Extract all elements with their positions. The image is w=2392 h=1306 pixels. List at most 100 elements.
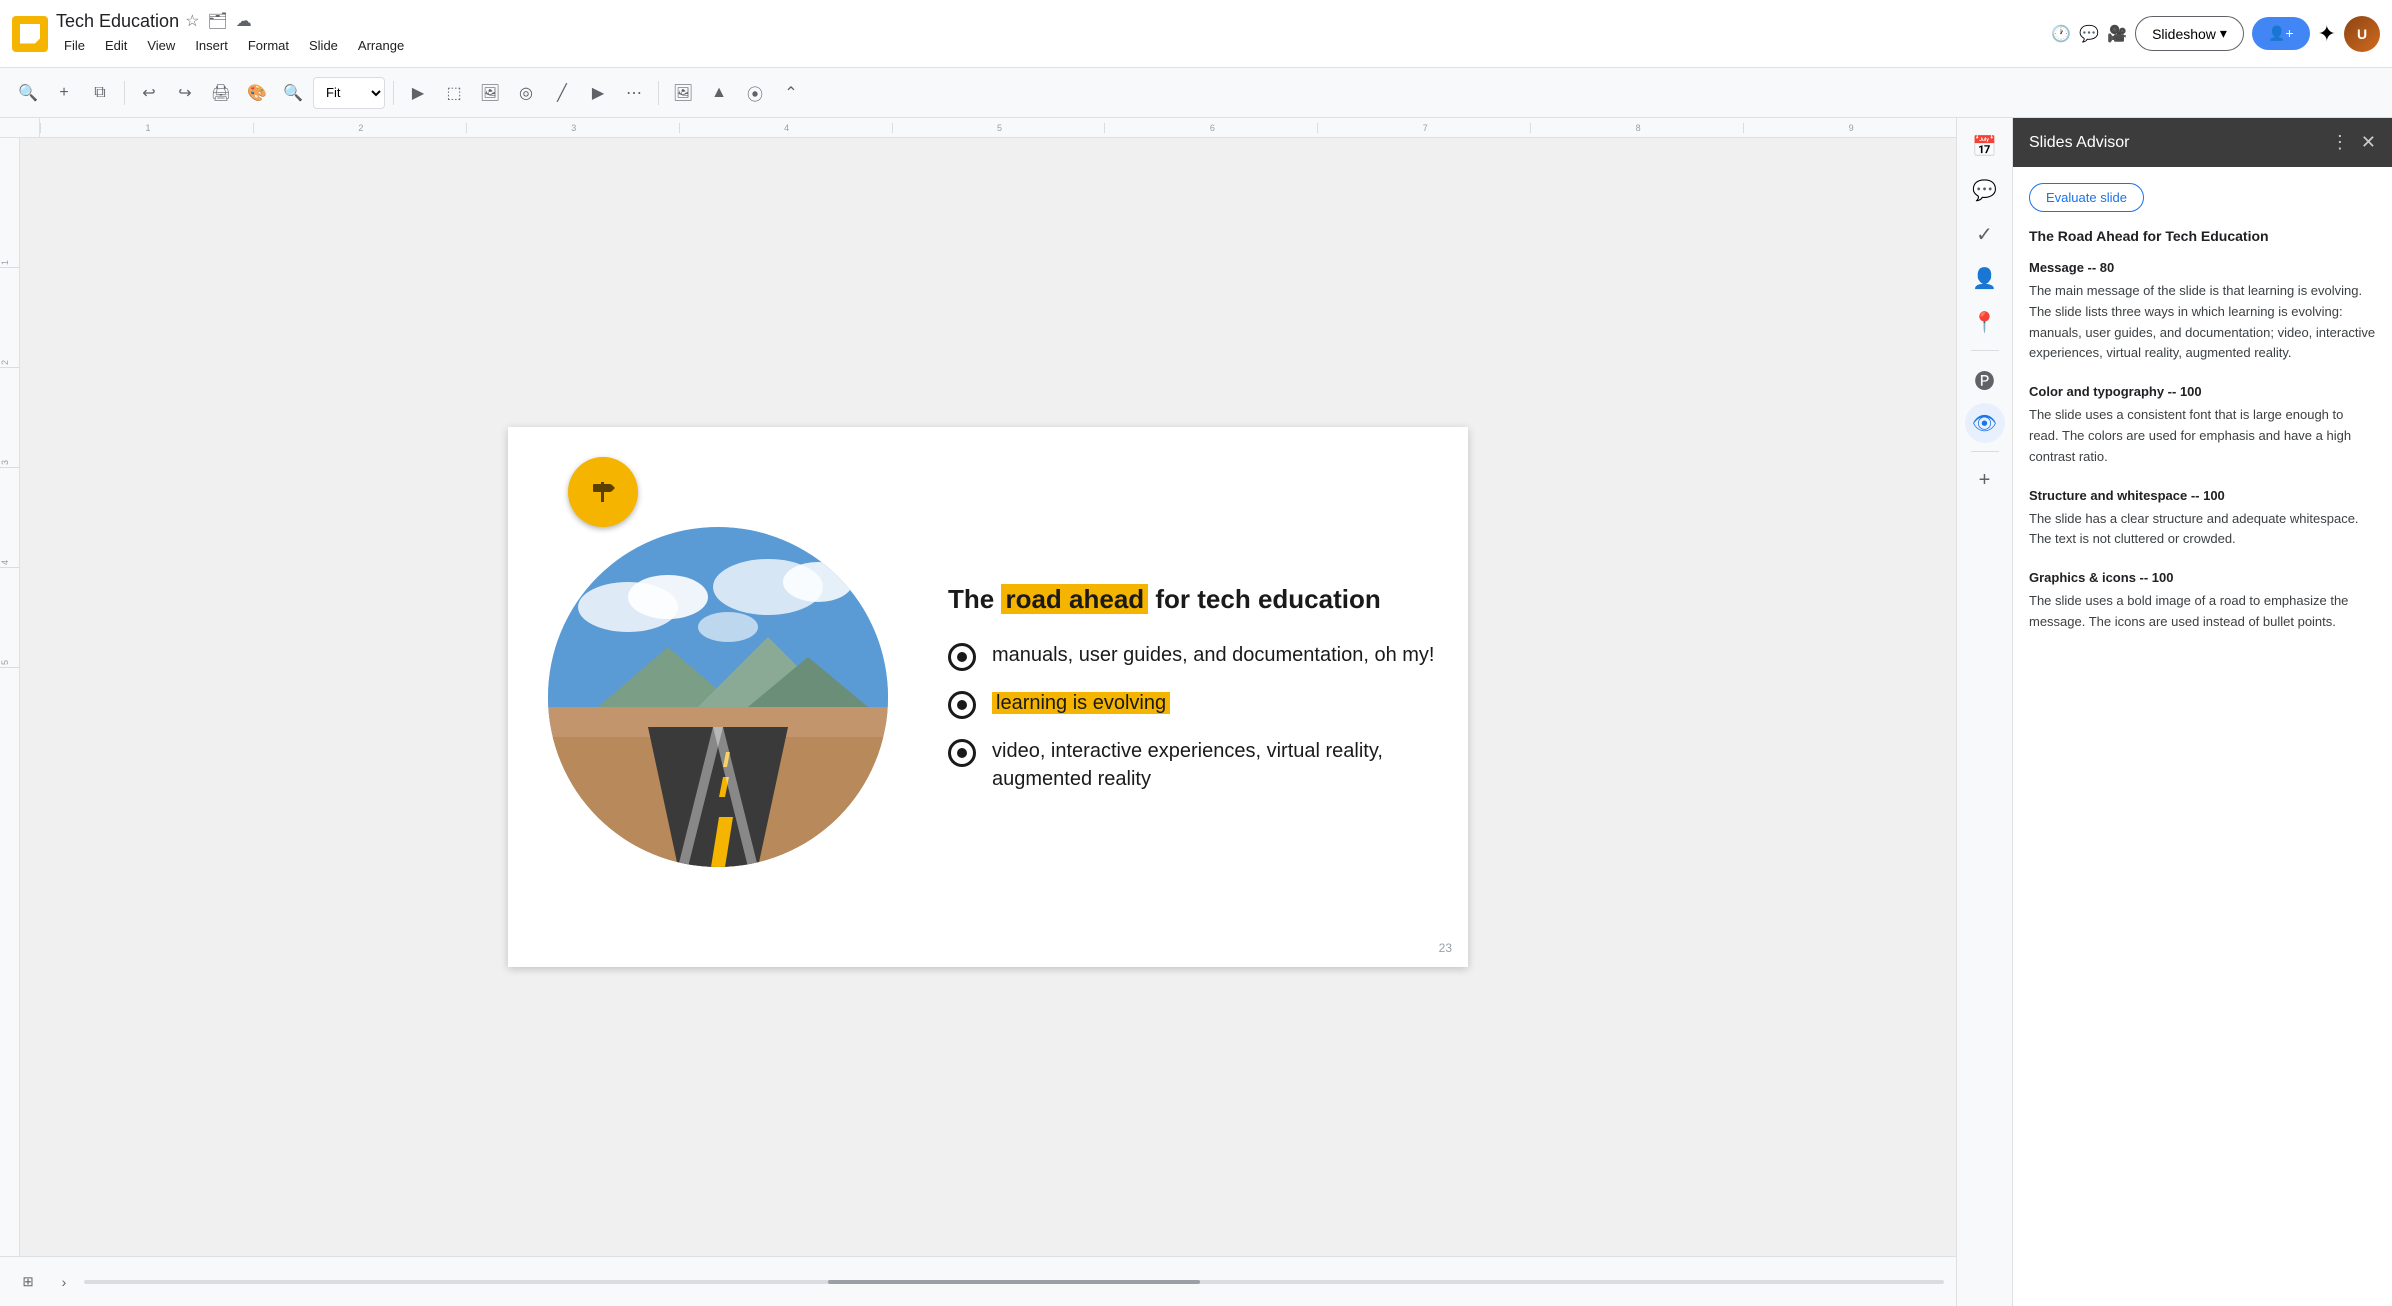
bullet-icon-1 xyxy=(948,643,976,671)
advisor-title: Slides Advisor xyxy=(2029,134,2130,152)
chevron-down-icon: ▾ xyxy=(2220,25,2227,42)
line-tool[interactable]: ╱ xyxy=(546,77,578,109)
side-ruler-mark-4: 4 xyxy=(0,468,19,568)
circle-fill-tool[interactable]: ⦿ xyxy=(739,77,771,109)
slideshow-button[interactable]: Slideshow ▾ xyxy=(2135,16,2244,51)
magic-icon[interactable]: ✦ xyxy=(2318,21,2336,47)
bg-tool[interactable]: 🖼 xyxy=(667,77,699,109)
calendar-icon-btn[interactable]: 📅 xyxy=(1965,126,2005,166)
zoom-search-button[interactable]: 🔍 xyxy=(12,77,44,109)
advisor-panel: Slides Advisor ⋮ ✕ Evaluate slide The Ro… xyxy=(2012,118,2392,1306)
slide-title-highlight: road ahead xyxy=(1001,584,1148,614)
contacts-icon-btn[interactable]: 👤 xyxy=(1965,258,2005,298)
side-ruler-mark-3: 3 xyxy=(0,368,19,468)
advisor-section-text-structure: The slide has a clear structure and adeq… xyxy=(2029,509,2376,551)
duplicate-button[interactable]: ⧉ xyxy=(84,77,116,109)
chat-icon-btn[interactable]: 💬 xyxy=(1965,170,2005,210)
more-tools[interactable]: ⋯ xyxy=(618,77,650,109)
bullet-item-3: video, interactive experiences, virtual … xyxy=(948,737,1438,793)
zoom-out-button[interactable]: 🔍 xyxy=(277,77,309,109)
video-tool[interactable]: ▶ xyxy=(582,77,614,109)
bullet-item-2: learning is evolving xyxy=(948,689,1438,719)
slide-number: 23 xyxy=(1439,941,1452,955)
toolbar-divider-1 xyxy=(124,81,125,105)
slide-title: The road ahead for tech education xyxy=(948,583,1438,617)
app-logo xyxy=(20,24,40,44)
evaluate-slide-button[interactable]: Evaluate slide xyxy=(2029,183,2144,212)
add-icon-btn[interactable]: + xyxy=(1965,460,2005,500)
avatar[interactable]: U xyxy=(2344,16,2380,52)
advisor-section-color: Color and typography -- 100 The slide us… xyxy=(2029,384,2376,467)
undo-button[interactable]: ↩ xyxy=(133,77,165,109)
yellow-signpost-icon xyxy=(568,457,638,527)
bullet-dot-2 xyxy=(957,700,967,710)
grid-view-button[interactable]: ⊞ xyxy=(12,1266,44,1298)
ruler-marks: 1 2 3 4 5 6 7 8 9 xyxy=(40,123,1956,133)
main-area: 1 2 3 4 5 6 7 8 9 1 2 3 4 5 xyxy=(0,118,2392,1306)
history-icon[interactable]: 🕐 xyxy=(2051,24,2071,44)
slide[interactable]: The road ahead for tech education manual… xyxy=(508,427,1468,967)
folder-icon[interactable]: 🗂 xyxy=(207,11,227,31)
slide-canvas-area[interactable]: The road ahead for tech education manual… xyxy=(20,138,1956,1256)
image-tool[interactable]: 🖼 xyxy=(474,77,506,109)
menu-bar: File Edit View Insert Format Slide Arran… xyxy=(56,34,412,57)
advisor-section-title-structure: Structure and whitespace -- 100 xyxy=(2029,488,2376,503)
side-ruler-mark-1: 1 xyxy=(0,168,19,268)
slide-right: The road ahead for tech education manual… xyxy=(928,553,1468,841)
bullet-dot-3 xyxy=(957,748,967,758)
menu-format[interactable]: Format xyxy=(240,34,297,57)
ruler-mark-3: 3 xyxy=(466,123,679,133)
bullet-text-1: manuals, user guides, and documentation,… xyxy=(992,641,1434,669)
shape-tool[interactable]: ◎ xyxy=(510,77,542,109)
advisor-more-icon[interactable]: ⋮ xyxy=(2331,132,2349,153)
maps-icon-btn[interactable]: 📍 xyxy=(1965,302,2005,342)
document-title[interactable]: Tech Education xyxy=(56,11,179,32)
collapse-tool[interactable]: ⌃ xyxy=(775,77,807,109)
eye-icon-btn[interactable]: 👁 xyxy=(1965,403,2005,443)
ruler-mark-8: 8 xyxy=(1530,123,1743,133)
cloud-icon[interactable]: ☁ xyxy=(236,11,252,31)
workspace-icon-btn[interactable]: 🅟 xyxy=(1965,359,2005,399)
vertical-ruler: 1 2 3 4 5 xyxy=(0,138,20,1256)
bottom-strip: ⊞ › xyxy=(0,1256,1956,1306)
menu-file[interactable]: File xyxy=(56,34,93,57)
menu-edit[interactable]: Edit xyxy=(97,34,135,57)
ruler-mark-2: 2 xyxy=(253,123,466,133)
toolbar-divider-3 xyxy=(658,81,659,105)
ruler-mark-6: 6 xyxy=(1104,123,1317,133)
select-frame-tool[interactable]: ⬚ xyxy=(438,77,470,109)
advisor-body: Evaluate slide The Road Ahead for Tech E… xyxy=(2013,167,2392,1306)
advisor-section-structure: Structure and whitespace -- 100 The slid… xyxy=(2029,488,2376,551)
advisor-section-graphics: Graphics & icons -- 100 The slide uses a… xyxy=(2029,570,2376,633)
menu-slide[interactable]: Slide xyxy=(301,34,346,57)
slide-workspace: 1 2 3 4 5 xyxy=(0,138,1956,1256)
menu-arrange[interactable]: Arrange xyxy=(350,34,412,57)
expand-panel-button[interactable]: › xyxy=(52,1270,76,1294)
menu-view[interactable]: View xyxy=(139,34,183,57)
ruler-mark-7: 7 xyxy=(1317,123,1530,133)
share-icon: 👤+ xyxy=(2268,25,2294,42)
menu-insert[interactable]: Insert xyxy=(187,34,236,57)
tasks-icon-btn[interactable]: ✓ xyxy=(1965,214,2005,254)
redo-button[interactable]: ↪ xyxy=(169,77,201,109)
video-icon[interactable]: 🎥 xyxy=(2107,24,2127,44)
advisor-main-title: The Road Ahead for Tech Education xyxy=(2029,228,2376,244)
zoom-select[interactable]: Fit 50% 75% 100% xyxy=(313,77,385,109)
right-icon-divider xyxy=(1971,350,1999,351)
slide-title-end: for tech education xyxy=(1148,584,1381,614)
advisor-close-icon[interactable]: ✕ xyxy=(2361,132,2376,153)
format-paint-button[interactable]: 🎨 xyxy=(241,77,273,109)
add-button[interactable]: + xyxy=(48,77,80,109)
horizontal-scrollbar[interactable] xyxy=(84,1280,1944,1284)
star-icon[interactable]: ☆ xyxy=(185,11,199,31)
print-button[interactable]: 🖨 xyxy=(205,77,237,109)
select-tool[interactable]: ▶ xyxy=(402,77,434,109)
right-icon-divider-2 xyxy=(1971,451,1999,452)
title-area: Tech Education ☆ 🗂 ☁ File Edit View Inse… xyxy=(56,11,412,57)
advisor-section-title-graphics: Graphics & icons -- 100 xyxy=(2029,570,2376,585)
fill-tool[interactable]: ▲ xyxy=(703,77,735,109)
bullet-icon-2 xyxy=(948,691,976,719)
share-button[interactable]: 👤+ xyxy=(2252,17,2310,50)
comment-icon[interactable]: 💬 xyxy=(2079,24,2099,44)
slide-content: The road ahead for tech education manual… xyxy=(508,427,1468,967)
